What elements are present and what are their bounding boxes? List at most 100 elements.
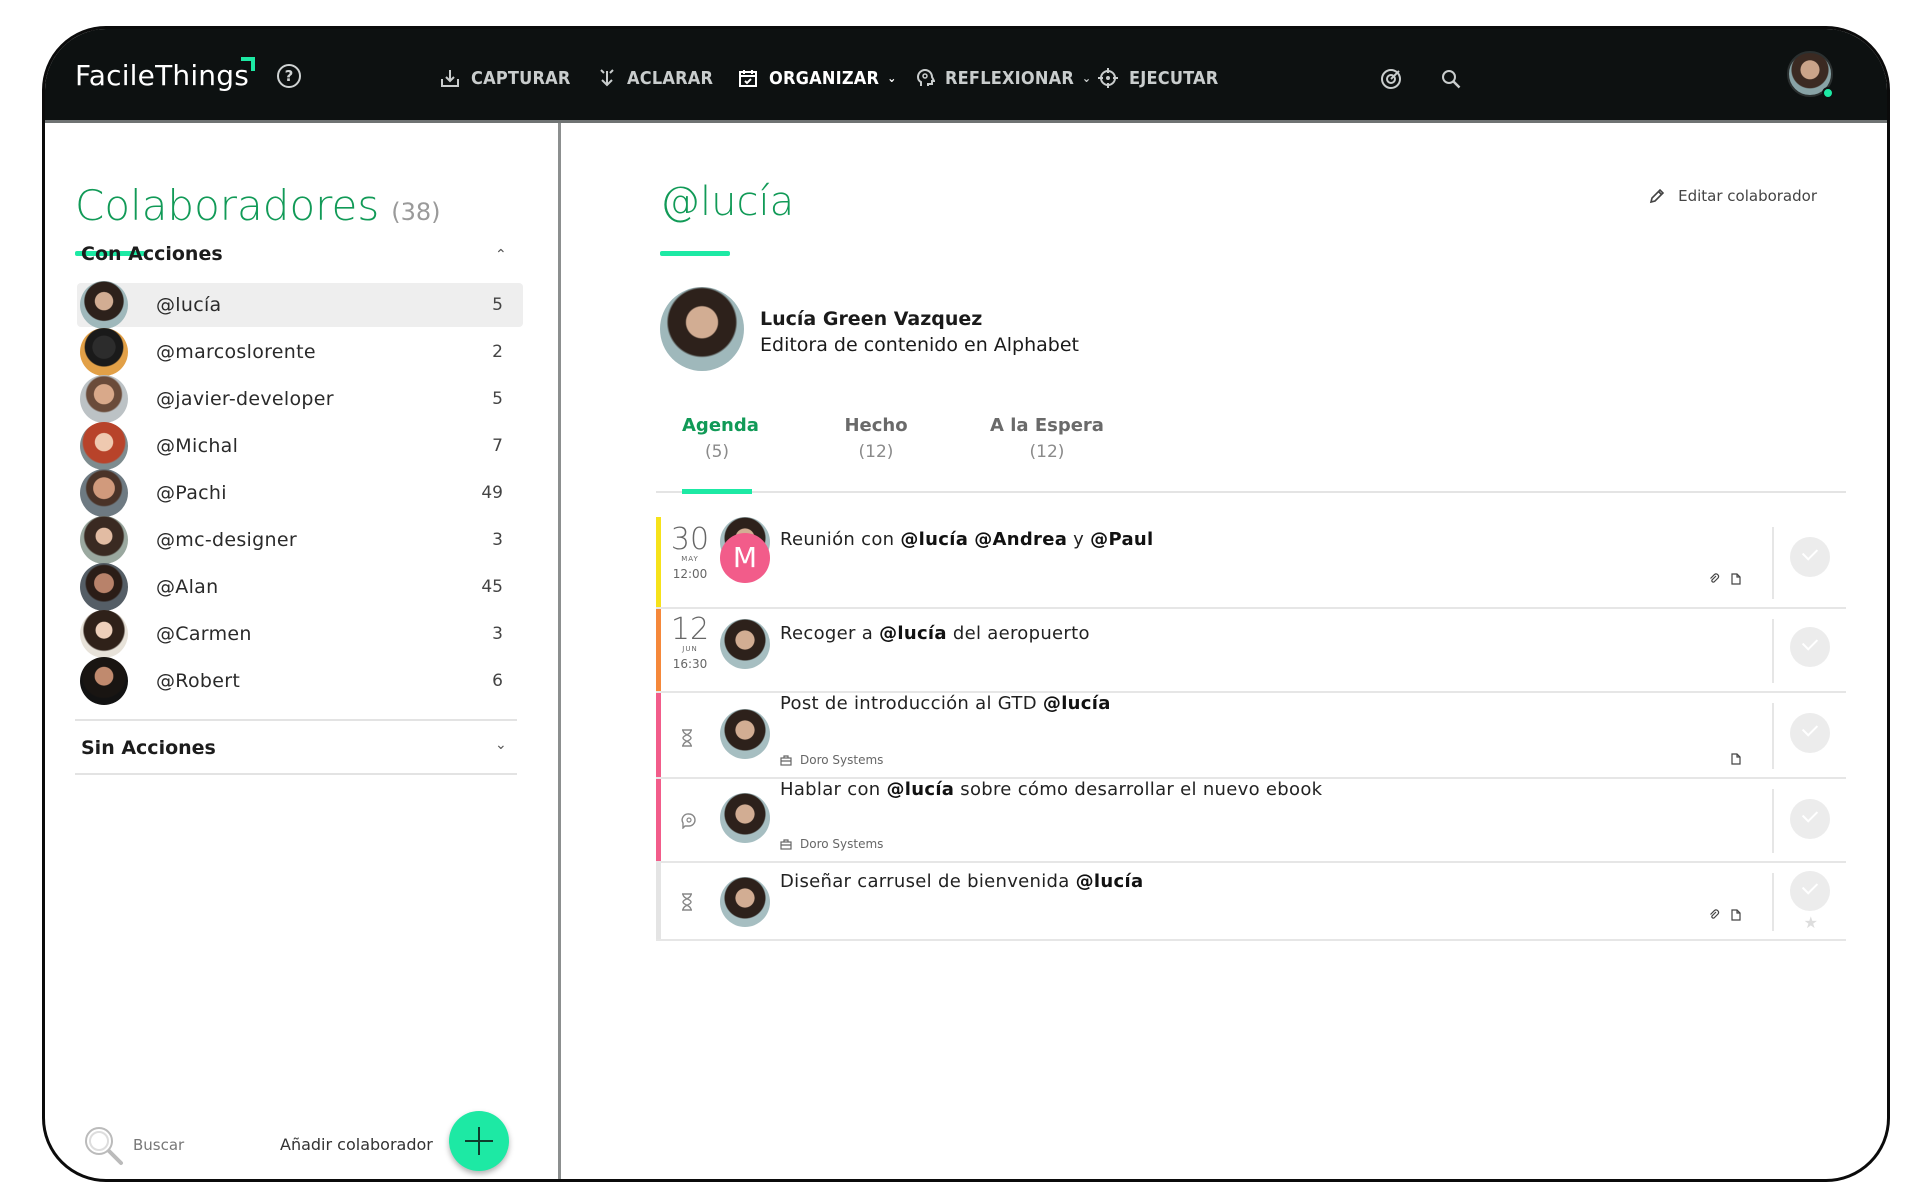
sidebar-item-lucia[interactable]: @lucía 5 (77, 281, 523, 329)
nav-ejecutar[interactable]: EJECUTAR (1097, 63, 1218, 93)
task-row[interactable]: Hablar con @lucía sobre cómo desarrollar… (656, 779, 1846, 863)
priority-bar (656, 863, 661, 939)
task-row[interactable]: Post de introducción al GTD @lucía Doro … (656, 693, 1846, 779)
section-con-acciones[interactable]: Con Acciones (81, 243, 223, 265)
nav-organizar-label: ORGANIZAR (769, 67, 880, 89)
sidebar-item-michal[interactable]: @Michal 7 (77, 422, 523, 470)
section-sin-acciones[interactable]: Sin Acciones (81, 737, 216, 759)
due-day: 12 (670, 612, 710, 647)
add-collaborator-button[interactable] (449, 1111, 509, 1171)
star-icon[interactable]: ★ (1804, 913, 1818, 932)
search-icon[interactable] (81, 1123, 127, 1169)
mention[interactable]: @lucía (1043, 693, 1111, 714)
profile-role: Editora de contenido en Alphabet (760, 334, 1079, 356)
nav-capturar-label: CAPTURAR (471, 67, 571, 89)
complete-task-button[interactable] (1790, 627, 1830, 667)
task-row[interactable]: Diseñar carrusel de bienvenida @lucía ★ (656, 863, 1846, 941)
sidebar-item-pachi[interactable]: @Pachi 49 (77, 469, 523, 517)
collaborator-name: @Pachi (156, 482, 227, 504)
task-text[interactable]: Hablar con @lucía sobre cómo desarrollar… (780, 779, 1322, 800)
nav-organizar[interactable]: ORGANIZAR ⌄ (737, 63, 896, 93)
note-icon[interactable] (1730, 573, 1742, 585)
title-underline (660, 251, 730, 256)
avatar (720, 619, 770, 669)
paperclip-icon[interactable] (1708, 909, 1720, 921)
nav-aclarar[interactable]: ACLARAR (597, 63, 713, 93)
sidebar-item-robert[interactable]: @Robert 6 (77, 657, 523, 705)
chevron-up-icon[interactable]: ⌃ (495, 247, 507, 263)
note-icon[interactable] (1730, 753, 1742, 765)
collaborator-name: @mc-designer (156, 529, 297, 551)
help-icon[interactable]: ? (277, 64, 301, 88)
chevron-down-icon: ⌄ (887, 71, 897, 85)
chevron-down-icon[interactable]: ⌄ (495, 737, 507, 753)
task-row[interactable]: 30 MAY 12:00 M Reunión con @lucía @Andre… (656, 517, 1846, 609)
tab-agenda[interactable]: Agenda (5) (682, 415, 759, 462)
sidebar-item-carmen[interactable]: @Carmen 3 (77, 610, 523, 658)
mention[interactable]: @lucía (879, 623, 947, 644)
goals-target-icon[interactable] (1379, 67, 1403, 91)
mention[interactable]: @lucía (886, 779, 954, 800)
collaborator-count: 2 (492, 342, 503, 362)
briefcase-icon (780, 754, 792, 766)
task-text[interactable]: Recoger a @lucía del aeropuerto (780, 623, 1090, 644)
task-row[interactable]: 12 JUN 16:30 Recoger a @lucía del aeropu… (656, 609, 1846, 693)
sidebar-item-alan[interactable]: @Alan 45 (77, 563, 523, 611)
task-project[interactable]: Doro Systems (780, 837, 883, 851)
search-label[interactable]: Buscar (133, 1136, 184, 1154)
mention[interactable]: @Paul (1090, 529, 1153, 550)
complete-task-button[interactable] (1790, 713, 1830, 753)
avatar (80, 281, 128, 329)
task-text-part: Hablar con (780, 779, 887, 800)
brand-logo[interactable]: FacileThings (75, 59, 249, 92)
paperclip-icon[interactable] (1708, 573, 1720, 585)
task-text[interactable]: Post de introducción al GTD @lucía (780, 693, 1111, 714)
nav-reflexionar-label: REFLEXIONAR (945, 67, 1075, 89)
avatar (80, 328, 128, 376)
collaborator-name: @Carmen (156, 623, 252, 645)
sidebar-item-javier-developer[interactable]: @javier-developer 5 (77, 375, 523, 423)
collaborator-count: 7 (492, 436, 503, 456)
collaborator-count: 3 (492, 530, 503, 550)
priority-bar (656, 779, 661, 861)
nav-ejecutar-label: EJECUTAR (1129, 67, 1219, 89)
collaborator-name: @Robert (156, 670, 241, 692)
sidebar-item-mc-designer[interactable]: @mc-designer 3 (77, 516, 523, 564)
complete-task-button[interactable] (1790, 537, 1830, 577)
task-project[interactable]: Doro Systems (780, 753, 883, 767)
sidebar-item-marcoslorente[interactable]: @marcoslorente 2 (77, 328, 523, 376)
search-icon[interactable] (1439, 67, 1463, 91)
note-icon[interactable] (1730, 909, 1742, 921)
row-separator (1772, 703, 1774, 769)
tab-hecho[interactable]: Hecho (12) (836, 415, 916, 462)
complete-task-button[interactable] (1790, 871, 1830, 911)
avatar (80, 610, 128, 658)
collaborators-sidebar: Colaboradores (38) Con Acciones ⌃ @lucía… (45, 123, 561, 1179)
collaborator-count: 3 (492, 624, 503, 644)
tab-label: A la Espera (990, 415, 1104, 436)
due-day: 30 (670, 522, 710, 557)
complete-task-button[interactable] (1790, 799, 1830, 839)
chevron-down-icon: ⌄ (1082, 71, 1092, 85)
mention[interactable]: @lucía (900, 529, 968, 550)
task-attachments (1708, 909, 1742, 921)
task-text[interactable]: Diseñar carrusel de bienvenida @lucía (780, 871, 1143, 892)
clarify-arrow-icon (600, 69, 614, 87)
collaborator-detail: @lucía Editar colaborador Lucía Green Va… (564, 123, 1887, 1179)
organize-calendar-icon (739, 70, 757, 87)
tab-a-la-espera[interactable]: A la Espera (12) (977, 415, 1117, 462)
nav-capturar[interactable]: CAPTURAR (439, 63, 571, 93)
mention[interactable]: @Andrea (974, 529, 1067, 550)
edit-collaborator-button[interactable]: Editar colaborador (1648, 187, 1817, 205)
capture-tray-icon (441, 70, 459, 87)
mention[interactable]: @lucía (1076, 871, 1144, 892)
profile-name: Lucía Green Vazquez (760, 308, 983, 330)
collaborator-count: 49 (481, 483, 503, 503)
project-name: Doro Systems (800, 837, 884, 851)
brand-mark-icon (241, 57, 255, 71)
nav-reflexionar[interactable]: REFLEXIONAR ⌄ (915, 63, 1091, 93)
add-collaborator-label[interactable]: Añadir colaborador (280, 1135, 433, 1154)
task-text[interactable]: Reunión con @lucía @Andrea y @Paul (780, 529, 1154, 550)
tab-count: (12) (1029, 442, 1065, 462)
section-divider (75, 719, 517, 721)
